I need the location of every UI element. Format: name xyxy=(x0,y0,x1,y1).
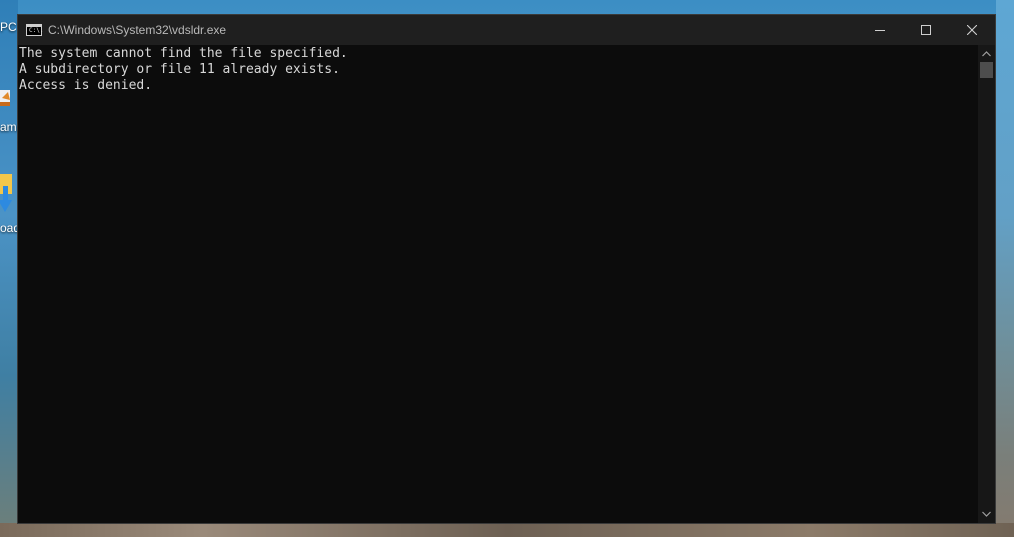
maximize-icon xyxy=(921,25,931,35)
console-output[interactable]: The system cannot find the file specifie… xyxy=(18,45,980,523)
window-controls xyxy=(857,15,995,45)
console-icon[interactable]: C:\. xyxy=(26,24,43,36)
vertical-scrollbar[interactable] xyxy=(978,45,995,523)
scroll-thumb[interactable] xyxy=(980,62,993,78)
scroll-down-button[interactable] xyxy=(978,506,995,522)
desktop-icon-label-oad[interactable]: oad xyxy=(0,221,18,235)
minimize-button[interactable] xyxy=(857,15,903,45)
console-line: The system cannot find the file specifie… xyxy=(19,46,348,61)
download-folder-icon[interactable] xyxy=(0,172,14,212)
console-line: Access is denied. xyxy=(19,78,153,93)
desktop-background-bottom xyxy=(0,523,1014,537)
desktop-icon-label-pc[interactable]: PC xyxy=(0,20,17,34)
close-icon xyxy=(967,25,977,35)
maximize-button[interactable] xyxy=(903,15,949,45)
close-button[interactable] xyxy=(949,15,995,45)
console-line: A subdirectory or file 11 already exists… xyxy=(19,62,340,77)
chevron-up-icon xyxy=(982,51,991,57)
minimize-icon xyxy=(875,30,885,31)
chevron-down-icon xyxy=(982,511,991,517)
title-bar[interactable]: C:\. C:\Windows\System32\vdsldr.exe xyxy=(18,15,995,45)
desktop-icon-label-ams[interactable]: ams xyxy=(0,120,18,134)
desktop-background-right xyxy=(996,0,1014,537)
desktop-background-left: PC ams oad xyxy=(0,0,18,537)
window-title: C:\Windows\System32\vdsldr.exe xyxy=(48,23,227,37)
scroll-up-button[interactable] xyxy=(978,46,995,62)
console-window[interactable]: C:\. C:\Windows\System32\vdsldr.exe The … xyxy=(17,14,996,524)
app-shortcut-icon[interactable] xyxy=(0,88,14,118)
